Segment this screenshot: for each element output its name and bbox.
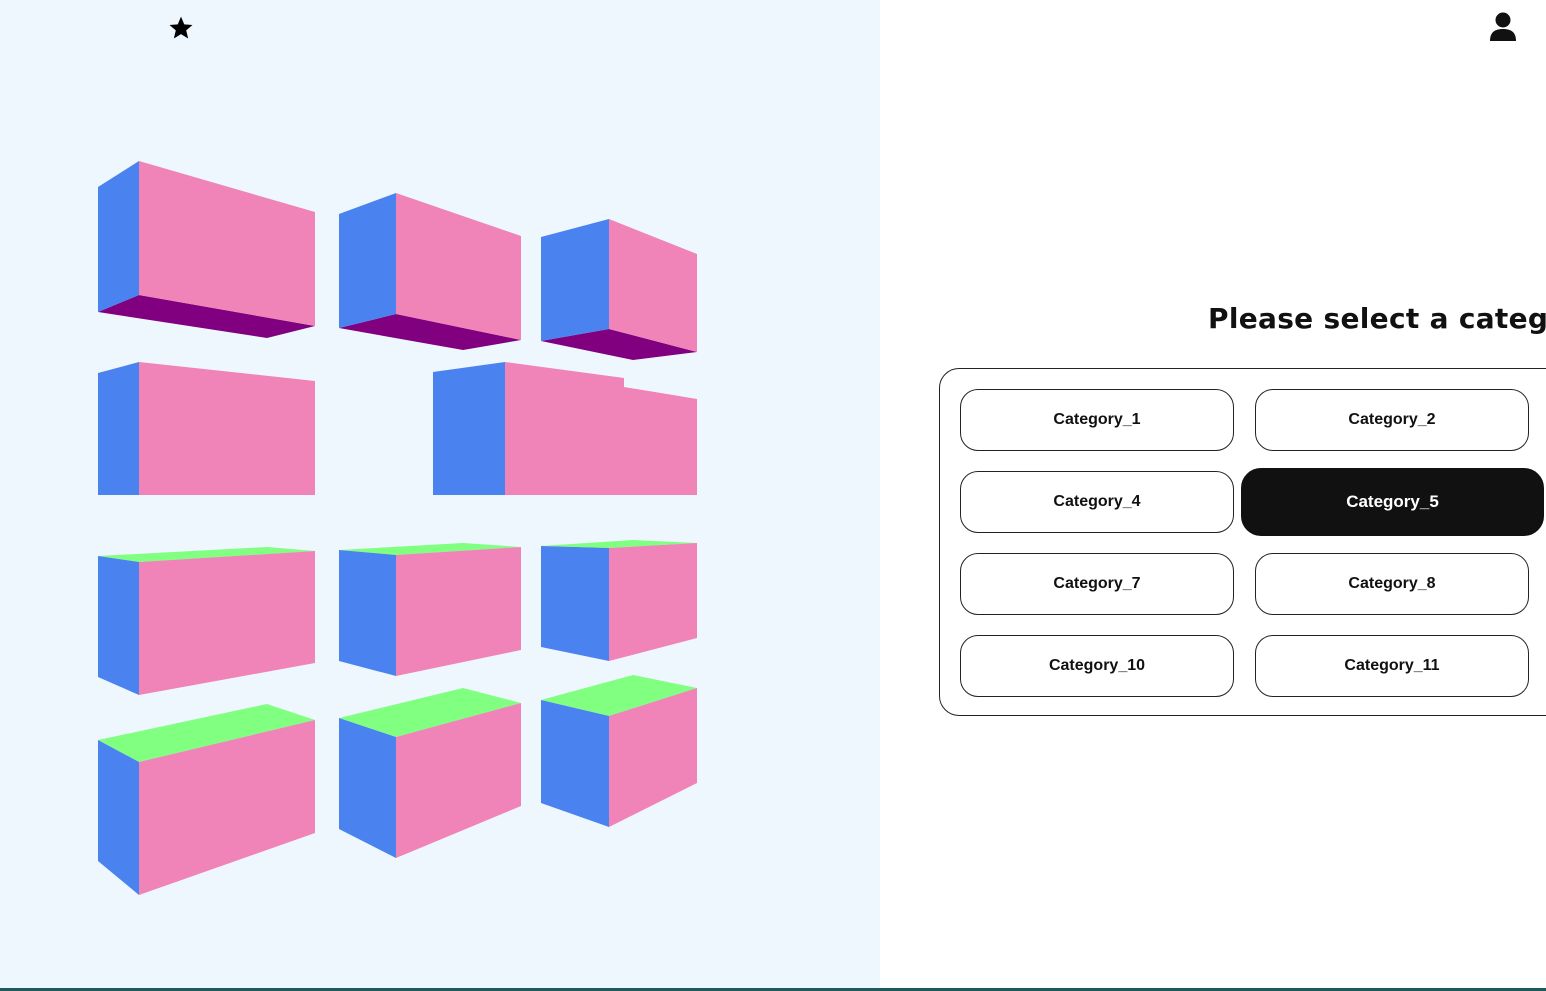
box-r4c2	[339, 688, 521, 858]
page-title: Please select a categorie	[1208, 302, 1546, 335]
category-button-11[interactable]: Category_11	[1255, 635, 1529, 697]
box-r4c1	[98, 704, 315, 895]
category-button-10[interactable]: Category_10	[960, 635, 1234, 697]
category-button-7[interactable]: Category_7	[960, 553, 1234, 615]
category-button-2[interactable]: Category_2	[1255, 389, 1529, 451]
category-button-1[interactable]: Category_1	[960, 389, 1234, 451]
box-r1c2	[339, 193, 521, 350]
box-r2c1	[98, 362, 315, 495]
box-r2c2	[433, 362, 697, 495]
box-r1c3	[541, 219, 697, 360]
box-r3c3	[541, 540, 697, 661]
image-panel	[0, 0, 880, 989]
box-r4c3	[541, 675, 697, 827]
category-button-4[interactable]: Category_4	[960, 471, 1234, 533]
user-icon[interactable]	[1489, 12, 1517, 42]
category-button-5-selected[interactable]: Category_5	[1241, 468, 1544, 536]
category-button-8[interactable]: Category_8	[1255, 553, 1529, 615]
box-r1c1	[98, 161, 315, 338]
boxes-illustration	[98, 161, 697, 895]
box-r3c1	[98, 547, 315, 695]
box-r3c2	[339, 543, 521, 676]
